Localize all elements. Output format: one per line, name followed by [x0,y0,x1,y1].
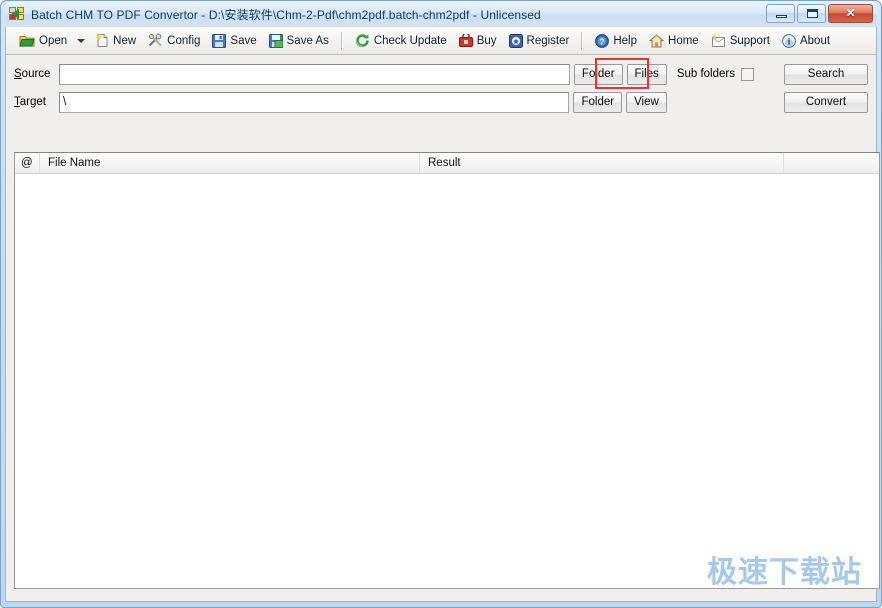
target-folder-button[interactable]: Folder [573,92,622,113]
refresh-update-icon [355,33,370,48]
config-tools-icon [148,33,163,48]
toolbar-support-label: Support [730,35,770,47]
source-input[interactable] [59,64,570,85]
toolbar-new-label: New [113,35,136,47]
toolbar-support-button[interactable]: Support [705,29,776,53]
toolbar-new-button[interactable]: New [89,29,142,53]
minimize-button[interactable] [766,4,795,23]
toolbar-about-label: About [800,35,830,47]
toolbar-save-button[interactable]: Save [206,29,262,53]
toolbar-check-update-label: Check Update [374,35,447,47]
home-house-icon [649,34,664,48]
new-file-icon [95,33,109,48]
column-header-result[interactable]: Result [420,153,784,173]
search-button[interactable]: Search [784,64,868,85]
source-label: Source [14,68,59,80]
toolbar-register-button[interactable]: Register [503,29,576,53]
toolbar-check-update-button[interactable]: Check Update [349,29,453,53]
application-window: Batch CHM TO PDF Convertor - D:\安装软件\Chm… [0,0,882,608]
chevron-down-icon [77,39,85,43]
toolbar-home-label: Home [668,35,699,47]
column-header-at[interactable]: @ [15,153,40,173]
close-button[interactable]: ✕ [828,4,873,23]
toolbar-save-as-button[interactable]: Save As [263,29,335,53]
file-list-body[interactable] [15,174,879,588]
toolbar-separator-2 [581,32,583,50]
toolbar-register-label: Register [527,35,570,47]
toolbar-open-button[interactable]: Open [13,29,73,53]
file-list[interactable]: @ File Name Result [14,152,880,589]
sub-folders-checkbox[interactable] [741,68,754,81]
toolbar-save-label: Save [230,35,256,47]
sub-folders-checkbox-group[interactable]: Sub folders [677,68,754,81]
svg-text:?: ? [600,37,605,46]
target-label: Target [14,96,59,108]
toolbar-save-as-label: Save As [287,35,329,47]
title-bar: Batch CHM TO PDF Convertor - D:\安装软件\Chm… [5,1,877,27]
toolbar-about-button[interactable]: i About [776,29,836,53]
toolbar-help-label: Help [613,35,637,47]
minimize-icon [776,15,787,18]
file-list-header: @ File Name Result [15,153,879,174]
about-info-icon: i [782,34,796,48]
target-row: Target Folder View Sub folders Convert [14,91,868,113]
toolbar-buy-button[interactable]: Buy [453,29,503,53]
buy-cart-icon [459,34,473,48]
toolbar-separator-1 [341,32,343,50]
window-controls: ✕ [766,4,873,23]
help-question-icon: ? [595,34,609,48]
maximize-button[interactable] [797,4,826,23]
source-row: Source Folder Files Sub folders Search [14,63,868,85]
column-header-file-name[interactable]: File Name [40,153,420,173]
main-toolbar: Open New [6,27,876,55]
toolbar-help-button[interactable]: ? Help [589,29,643,53]
column-header-extra[interactable] [784,153,879,173]
toolbar-config-button[interactable]: Config [142,29,206,53]
target-input[interactable] [59,92,569,113]
close-icon: ✕ [829,5,872,21]
site-watermark: 极速下载站 [707,547,862,591]
save-as-disk-icon [269,34,283,48]
save-disk-icon [212,34,226,48]
open-dropdown-button[interactable] [73,30,89,52]
source-folder-button[interactable]: Folder [574,64,623,85]
sub-folders-label: Sub folders [677,68,735,80]
toolbar-home-button[interactable]: Home [643,29,705,53]
support-mail-icon [711,34,726,48]
chm2pdf-app-icon [8,6,26,22]
toolbar-open-label: Open [39,35,67,47]
parameters-panel: Source Folder Files Sub folders Search T… [6,55,876,109]
client-area: Open New [5,27,877,602]
view-button[interactable]: View [626,92,667,113]
toolbar-config-label: Config [167,35,200,47]
register-key-icon [509,34,523,48]
window-title: Batch CHM TO PDF Convertor - D:\安装软件\Chm… [31,6,541,23]
convert-button[interactable]: Convert [784,92,868,113]
open-folder-icon [19,33,35,48]
maximize-icon [807,9,818,18]
toolbar-buy-label: Buy [477,35,497,47]
files-button[interactable]: Files [627,64,667,85]
